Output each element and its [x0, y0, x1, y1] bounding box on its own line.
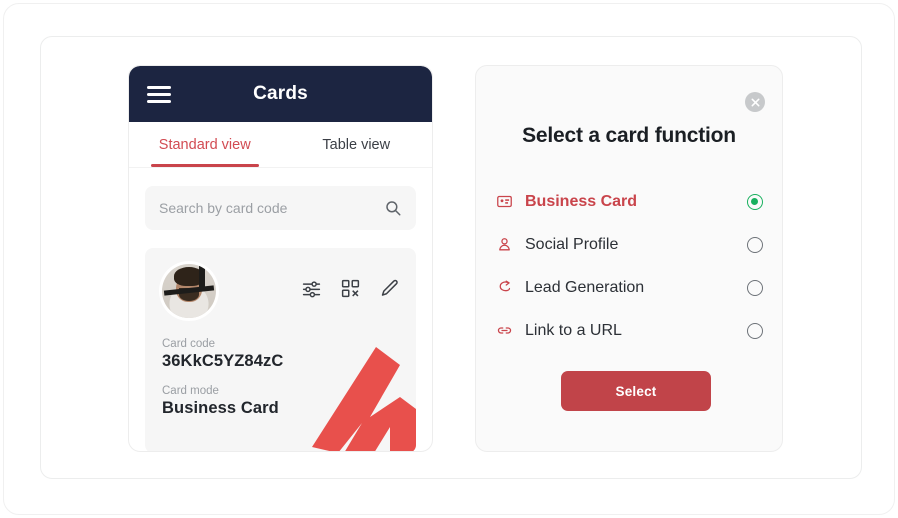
page-title: Cards [253, 83, 308, 104]
radio-lead-generation[interactable] [747, 279, 763, 296]
radio-business-card[interactable] [747, 193, 763, 210]
option-business-card[interactable]: Business Card [495, 180, 763, 223]
tab-standard-view-label: Standard view [158, 136, 251, 153]
card-function-options: Business Card Social Profile Lead Genera… [495, 180, 763, 352]
card-mode-field: Card mode Business Card [162, 385, 283, 418]
search-icon[interactable] [384, 199, 402, 217]
card-mode-label: Card mode [162, 385, 219, 397]
option-link-to-url[interactable]: Link to a URL [495, 309, 763, 352]
qr-code-icon[interactable] [340, 278, 361, 299]
card-action-icons [301, 278, 400, 299]
lead-arrow-icon [495, 278, 514, 297]
search-input[interactable] [159, 200, 384, 216]
option-lead-generation-label: Lead Generation [525, 278, 645, 296]
sliders-settings-icon[interactable] [301, 278, 322, 299]
option-business-card-label: Business Card [525, 192, 638, 210]
option-social-profile[interactable]: Social Profile [495, 223, 763, 266]
tab-standard-view[interactable]: Standard view [129, 122, 281, 167]
card-fields: Card code 36KkC5YZ84zC Card mode Busines… [162, 338, 283, 418]
content-frame: Cards Standard view Table view Search by… [40, 36, 862, 479]
person-icon [495, 235, 514, 254]
id-card-icon [495, 192, 514, 211]
card-tile[interactable]: Card code 36KkC5YZ84zC Card mode Busines… [145, 248, 416, 451]
select-button[interactable]: Select [561, 371, 711, 411]
dialog-title: Select a card function [522, 124, 736, 147]
card-code-value: 36KkC5YZ84zC [162, 352, 284, 370]
option-social-profile-label: Social Profile [525, 235, 619, 253]
search-bar[interactable] [145, 186, 416, 230]
card-function-dialog: Select a card function Business Card Soc… [475, 65, 783, 452]
card-mode-value: Business Card [162, 399, 279, 417]
phone-app-header: Cards [129, 66, 432, 122]
phone-preview-panel: Cards Standard view Table view Search by… [128, 65, 433, 452]
option-lead-generation[interactable]: Lead Generation [495, 266, 763, 309]
pencil-edit-icon[interactable] [379, 278, 400, 299]
tab-table-view-label: Table view [322, 136, 391, 153]
view-tabs: Standard view Table view [129, 122, 432, 168]
m-brand-logo [304, 335, 416, 451]
avatar [162, 264, 216, 318]
card-code-field: Card code 36KkC5YZ84zC [162, 338, 283, 371]
card-code-label: Card code [162, 338, 216, 350]
radio-link-to-url[interactable] [747, 322, 763, 339]
link-chain-icon [495, 321, 514, 340]
tab-table-view[interactable]: Table view [281, 122, 433, 167]
radio-social-profile[interactable] [747, 236, 763, 253]
option-link-to-url-label: Link to a URL [525, 321, 622, 339]
close-icon[interactable] [745, 92, 765, 112]
hamburger-menu-icon[interactable] [147, 85, 171, 103]
close-x-icon [751, 98, 759, 106]
app-frame: Cards Standard view Table view Search by… [3, 3, 895, 515]
